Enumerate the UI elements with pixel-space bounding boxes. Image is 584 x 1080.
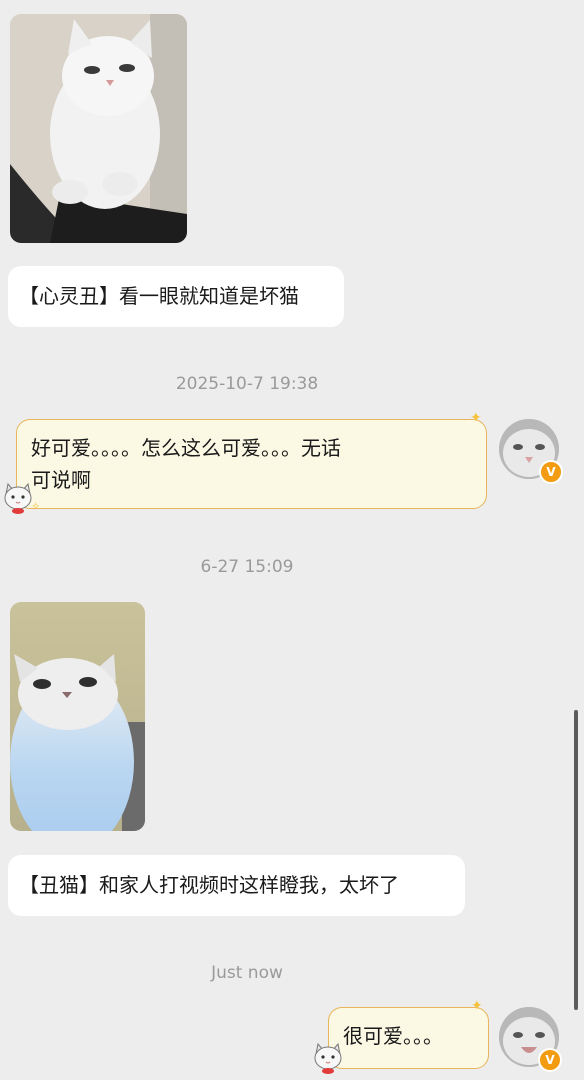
message-text: 很可爱。。。 bbox=[343, 1024, 443, 1048]
verified-badge-icon: V bbox=[538, 1048, 562, 1072]
verified-badge-icon: V bbox=[539, 460, 563, 484]
timestamp: 6-27 15:09 bbox=[200, 557, 294, 577]
cat-sticker-icon bbox=[310, 1040, 346, 1076]
timestamp: Just now bbox=[211, 963, 283, 983]
sparkle-icon: ✧ bbox=[31, 500, 41, 513]
incoming-message-bubble[interactable]: 【心灵丑】看一眼就知道是坏猫 bbox=[8, 266, 344, 327]
cat-photo-2[interactable] bbox=[10, 602, 145, 831]
outgoing-message-bubble[interactable]: 好可爱。。。。怎么这么可爱。。。无话 可说啊 bbox=[16, 419, 487, 509]
outgoing-message-bubble[interactable]: 很可爱。。。 bbox=[328, 1007, 489, 1069]
star-decoration-icon: ✦ bbox=[470, 410, 482, 426]
star-decoration-icon: ✦ bbox=[471, 998, 483, 1014]
scrollbar[interactable] bbox=[574, 710, 578, 1010]
message-text-line-2: 可说啊 bbox=[31, 468, 91, 492]
incoming-message-bubble[interactable]: 【丑猫】和家人打视频时这样瞪我，太坏了 bbox=[8, 855, 465, 916]
timestamp: 2025-10-7 19:38 bbox=[175, 374, 319, 394]
message-text-line-1: 好可爱。。。。怎么这么可爱。。。无话 bbox=[31, 436, 341, 460]
message-text: 【心灵丑】看一眼就知道是坏猫 bbox=[19, 284, 299, 308]
message-text: 【丑猫】和家人打视频时这样瞪我，太坏了 bbox=[19, 873, 399, 897]
cat-photo-1[interactable] bbox=[10, 14, 187, 243]
